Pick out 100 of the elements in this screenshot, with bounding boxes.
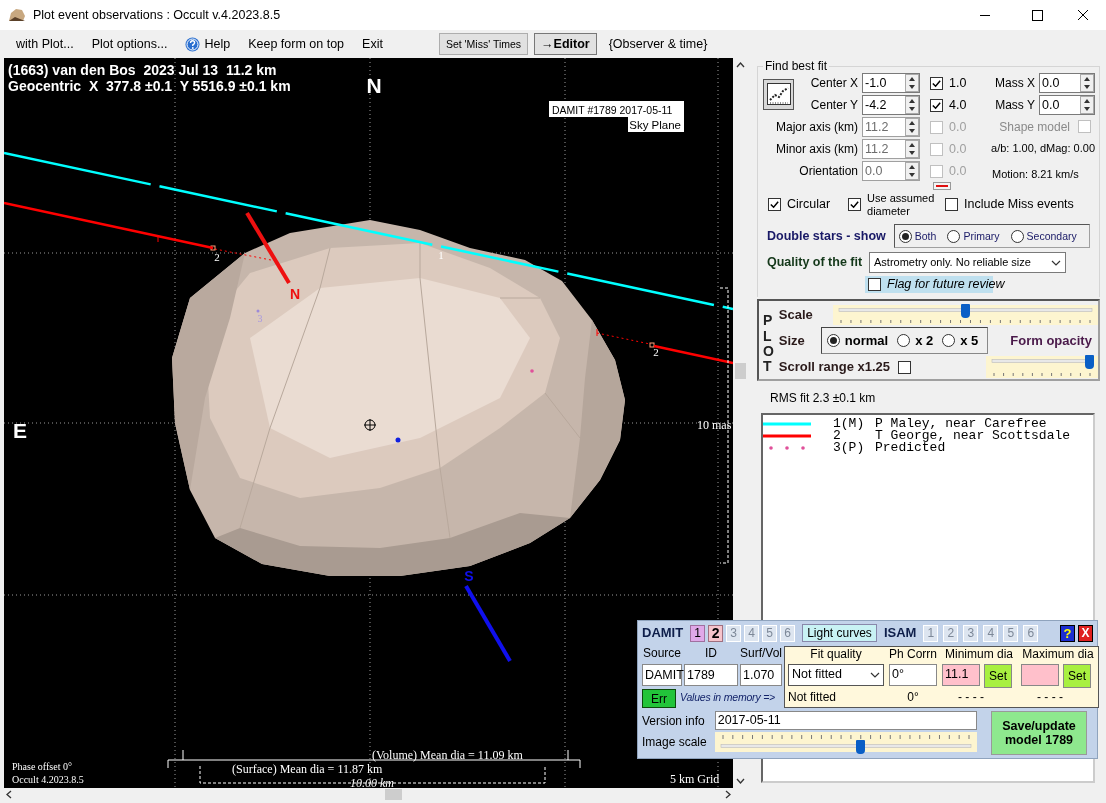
number-field[interactable]: -4.2 [862,95,920,115]
memory-value: Not fitted [788,690,838,707]
save-button[interactable]: Save/update model 1789 [991,711,1087,756]
model-tab[interactable]: 1 [690,624,706,642]
menu-item[interactable]: Keep form on top [242,34,351,54]
err-button[interactable]: Err [642,689,676,709]
slider-thumb[interactable] [855,740,865,755]
field-label: Form opacity [1010,333,1092,349]
dotted-extension-line [596,332,651,345]
scroll-thumb[interactable] [735,363,746,379]
checkbox[interactable] [848,198,862,212]
slider-track[interactable] [832,305,1098,326]
checkbox[interactable] [898,360,912,374]
text-field[interactable]: 2017-05-11 [714,711,977,731]
checkbox-label: 4.0 [949,97,967,113]
spin-arrows-icon[interactable] [905,74,919,92]
field-label: Major axis (km) [776,119,859,135]
radio-button[interactable] [898,229,912,243]
menu-item[interactable]: Exit [356,34,389,54]
column-label: Minimum dia [944,647,1014,663]
spin-arrows-icon[interactable] [1080,74,1094,92]
text-field[interactable] [1021,663,1059,686]
field-label: Source [642,646,682,661]
radio-label: Both [914,230,937,243]
field-label: Quality of the fit [767,255,864,271]
rms-text: RMS fit 2.3 ±0.1 km [770,391,877,406]
radio-button[interactable] [826,334,840,348]
text-field[interactable]: DAMIT [642,664,682,687]
editor-button[interactable]: →Editor [534,33,597,55]
plot-label: DAMIT #1789 2017-05-11 [549,101,684,117]
spin-arrows-icon[interactable] [905,96,919,114]
menu-item[interactable]: with Plot... [10,34,80,54]
text-field[interactable]: 1789 [684,664,738,687]
model-tab[interactable]: 2 [708,624,724,642]
checkbox[interactable] [930,76,943,90]
pole-label: S [464,568,474,584]
scale-label: 10 mas [697,418,732,432]
radio-label: Secondary [1026,230,1077,243]
slider-thumb[interactable] [960,304,970,319]
checkbox[interactable] [930,98,943,112]
slider-track[interactable] [714,732,977,753]
checkbox[interactable] [768,198,781,212]
set-times-button[interactable]: Set 'Miss' Times [438,33,529,55]
chord-end-marker [210,245,216,251]
checkbox[interactable] [868,278,881,292]
number-field[interactable]: 0.0 [1039,73,1095,93]
field-label: Scroll range x1.25 [778,359,891,376]
plot-title: (1663) van den Bos 2023 Jul 13 11.2 km [8,62,277,78]
spin-arrows-icon[interactable] [1080,96,1094,114]
help-icon[interactable] [185,36,201,52]
point-marker [395,437,401,443]
light-curves-button[interactable]: Light curves [802,624,877,642]
radio-button[interactable] [947,229,961,243]
field-label: Minor axis (km) [776,141,859,157]
help-menu-item[interactable]: Help [179,34,237,54]
field-label: Shape model [999,119,1070,135]
text-field[interactable]: 1.070 [740,664,782,687]
checkbox-label: 0.0 [949,163,967,179]
field-label: Mass Y [995,97,1035,113]
app-icon [8,8,26,22]
set-button[interactable]: Set [1063,663,1091,688]
dimension-label: 10.00 km [350,776,394,788]
group-title: Find best fit [764,60,829,72]
scroll-thumb[interactable] [385,789,402,800]
caret-icon[interactable] [870,671,880,678]
checkbox-label: 1.0 [949,75,967,91]
section-label: ISAM [883,625,917,641]
chord-end-marker [649,342,655,348]
checkbox-label: Flag for future review [887,277,1005,293]
number-field[interactable]: 0.0 [1039,95,1095,115]
field-label: Size [778,333,806,349]
radio-button[interactable] [897,334,911,348]
dimension-label: (Surface) Mean dia = 11.87 km [232,762,383,776]
radio-button[interactable] [1010,229,1024,243]
memory-note: Values in memory => [680,691,777,706]
caption-text: 5 km Grid [670,772,720,786]
dropdown[interactable]: Not fitted [788,663,884,686]
field-label: ID [704,646,718,661]
checkbox-label: 0.0 [949,119,967,135]
dimension-label: (Volume) Mean dia = 11.09 km [372,748,523,762]
set-button[interactable]: Set [984,663,1012,688]
column-label: Maximum dia [1021,647,1095,663]
help-button[interactable]: ? [1060,624,1075,642]
caption-text: Phase offset 0° [12,761,72,772]
text-field[interactable]: 0° [889,663,937,686]
number-field[interactable]: -1.0 [862,73,920,93]
close-button[interactable]: X [1078,624,1093,642]
checkbox-label: Use assumed diameter [867,192,936,218]
field-label: Center X [810,75,859,91]
menu-item[interactable]: Plot options... [85,34,174,54]
slider-track[interactable] [985,356,1098,379]
checkbox-label: Include Miss events [964,197,1074,213]
dropdown[interactable]: Astrometry only. No reliable size [869,252,1066,274]
slider-thumb[interactable] [1085,355,1095,370]
caret-icon[interactable] [1051,259,1061,266]
checkbox[interactable] [945,198,959,212]
line-style-button[interactable] [933,182,951,190]
field-label: Version info [642,713,705,729]
text-field[interactable]: 11.1 [942,663,980,686]
radio-button[interactable] [942,334,956,348]
